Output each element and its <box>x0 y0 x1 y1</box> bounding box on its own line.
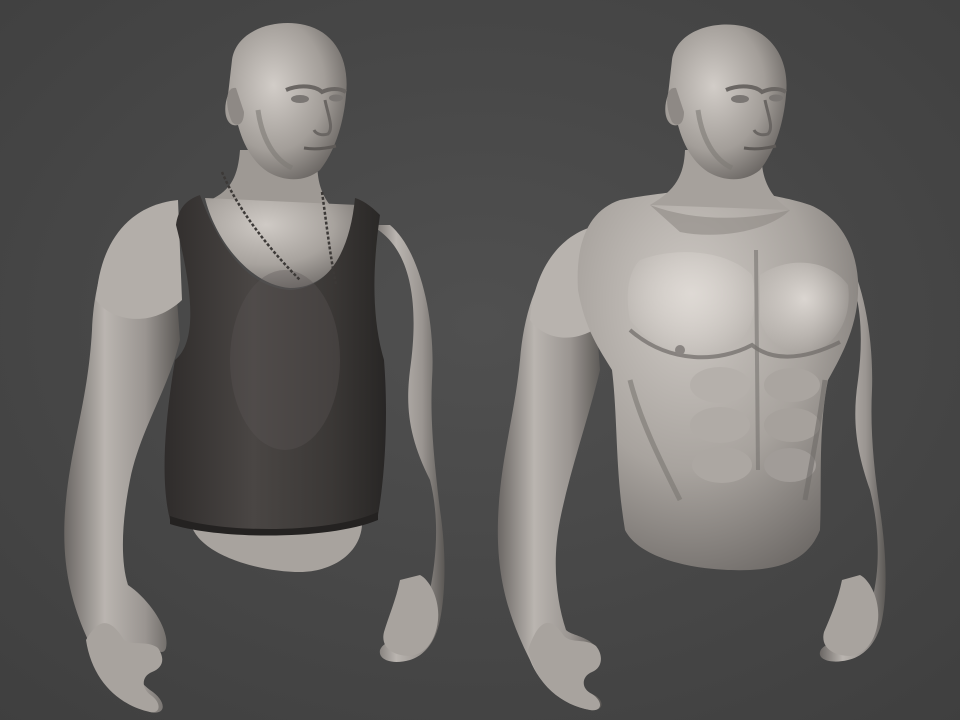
right-figure-eye-right <box>731 95 749 103</box>
sculpt-viewport <box>0 0 960 720</box>
right-figure-sternum <box>754 249 760 471</box>
left-figure-eye-left <box>329 94 343 102</box>
right-figure-eye-left <box>769 94 783 102</box>
viewport-canvas <box>0 0 960 720</box>
right-figure-nipple <box>675 345 685 355</box>
left-figure-eye-right <box>291 95 309 103</box>
left-figure-tank-highlight <box>230 270 340 450</box>
